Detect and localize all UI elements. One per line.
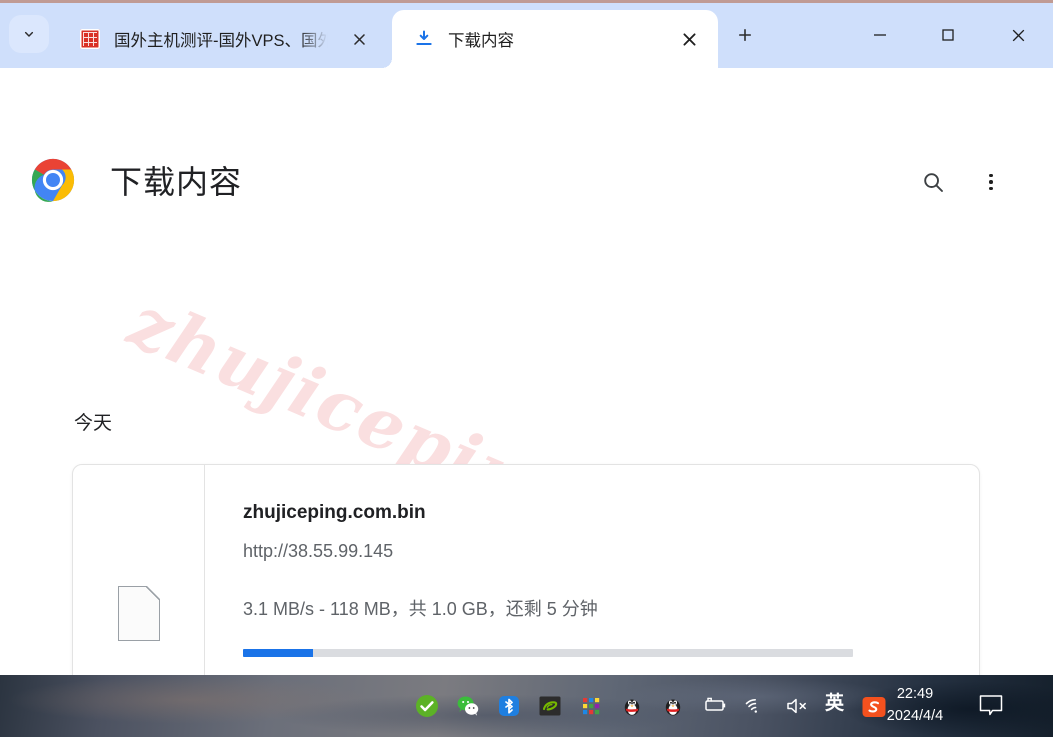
- notification-icon: [978, 694, 1004, 718]
- new-tab-button[interactable]: [728, 18, 762, 52]
- window-maximize-button[interactable]: [925, 16, 971, 54]
- color-grid-icon[interactable]: [579, 694, 603, 718]
- wechat-icon[interactable]: [456, 694, 480, 718]
- download-filename: zhujiceping.com.bin: [243, 502, 979, 524]
- download-item[interactable]: zhujiceping.com.bin http://38.55.99.145 …: [72, 464, 980, 675]
- tab-close-button[interactable]: [678, 28, 700, 50]
- tab-foreign-host-review[interactable]: 国外主机测评-国外VPS、国外: [58, 10, 388, 68]
- windows-taskbar: 英 22:49 2024/4/4: [0, 675, 1053, 737]
- download-progress-bar: [243, 649, 853, 657]
- bluetooth-icon[interactable]: [497, 694, 521, 718]
- chevron-down-icon: [21, 26, 37, 42]
- download-item-details: zhujiceping.com.bin http://38.55.99.145 …: [205, 465, 979, 675]
- clock-time: 22:49: [897, 684, 933, 706]
- window-minimize-button[interactable]: [857, 16, 903, 54]
- downloads-page-header: 下载内容: [0, 130, 1053, 230]
- notification-center-button[interactable]: [978, 694, 1004, 718]
- chrome-logo-icon: [30, 157, 76, 203]
- downloads-date-group-label: 今天: [74, 408, 112, 435]
- clock-date: 2024/4/4: [887, 706, 943, 728]
- search-downloads-button[interactable]: [913, 162, 953, 202]
- close-icon: [681, 31, 698, 48]
- close-icon: [1010, 27, 1027, 44]
- download-status-text: 3.1 MB/s - 118 MB，共 1.0 GB，还剩 5 分钟: [243, 595, 979, 621]
- plus-icon: [736, 26, 754, 44]
- taskbar-clock[interactable]: 22:49 2024/4/4: [870, 675, 960, 737]
- battery-charging-icon[interactable]: [702, 694, 726, 718]
- ime-indicator[interactable]: 英: [825, 694, 844, 718]
- ime-label: 英: [825, 692, 844, 714]
- kebab-icon: [981, 170, 1001, 194]
- download-source-url[interactable]: http://38.55.99.145: [243, 541, 979, 562]
- speaker-muted-icon[interactable]: [784, 694, 808, 718]
- green-check-icon[interactable]: [415, 694, 439, 718]
- qq-penguin-2-icon[interactable]: [661, 694, 685, 718]
- browser-toolbar: Chrome chrome://downloads: [0, 68, 1053, 130]
- downloads-menu-button[interactable]: [971, 162, 1011, 202]
- downloads-page: zhujiceping.com 下载内容: [0, 130, 1053, 675]
- page-title: 下载内容: [110, 157, 242, 203]
- generic-file-icon: [118, 586, 160, 641]
- window-close-button[interactable]: [995, 16, 1041, 54]
- close-icon: [352, 32, 367, 47]
- tab-strip: 国外主机测评-国外VPS、国外 下载内容: [0, 0, 1053, 68]
- download-progress-fill: [243, 649, 313, 657]
- tab-downloads[interactable]: 下载内容: [392, 10, 718, 68]
- tab-title: 国外主机测评-国外VPS、国外: [114, 27, 328, 51]
- search-icon: [921, 170, 945, 194]
- browser-window: 国外主机测评-国外VPS、国外 下载内容: [0, 0, 1053, 737]
- tab-title: 下载内容: [448, 27, 514, 51]
- minimize-icon: [872, 27, 888, 43]
- maximize-icon: [940, 27, 956, 43]
- wifi-icon[interactable]: [743, 694, 767, 718]
- tab-close-button[interactable]: [348, 28, 370, 50]
- tab-search-button[interactable]: [9, 15, 49, 53]
- qq-penguin-icon[interactable]: [620, 694, 644, 718]
- download-file-icon-column: [73, 465, 205, 675]
- nvidia-icon[interactable]: [538, 694, 562, 718]
- download-icon: [414, 29, 434, 49]
- seal-icon: [80, 29, 100, 49]
- system-tray: 英: [415, 675, 885, 737]
